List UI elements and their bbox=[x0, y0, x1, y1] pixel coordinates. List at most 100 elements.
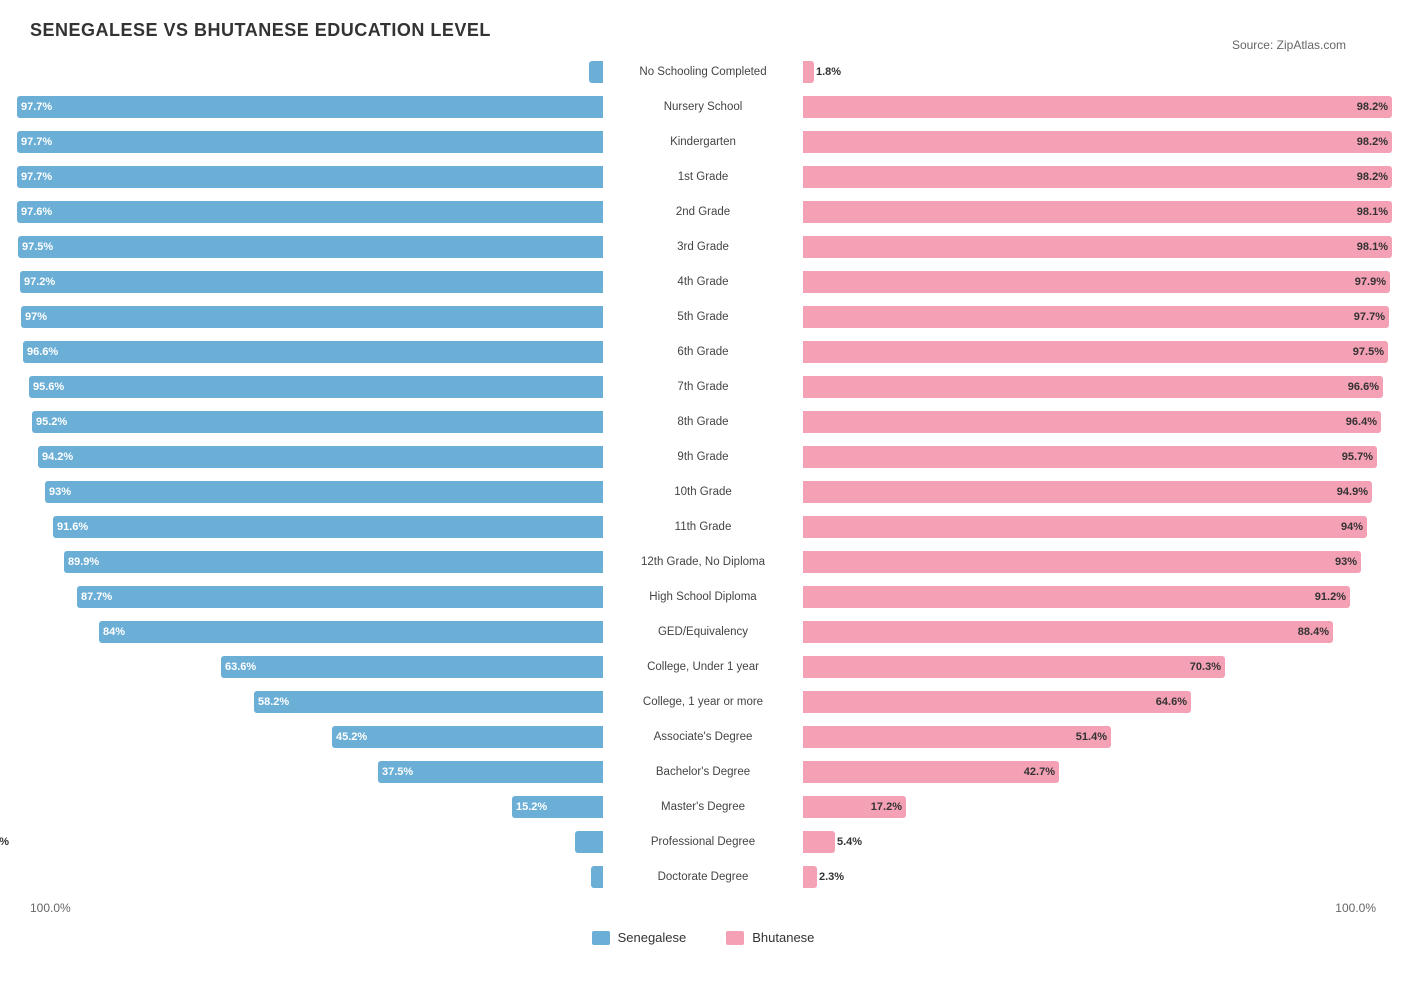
val-left-inside-12: 93% bbox=[49, 486, 71, 498]
bars-container: 2.3% No Schooling Completed 1.8% 97.7% N… bbox=[30, 56, 1376, 893]
legend-senegalese: Senegalese bbox=[592, 930, 687, 945]
bar-left-12: 93% bbox=[45, 481, 603, 503]
axis-left-label: 100.0% bbox=[30, 901, 610, 915]
bar-right-14: 93% bbox=[803, 551, 1361, 573]
legend-senegalese-label: Senegalese bbox=[618, 930, 687, 945]
val-right-outside-22: 5.4% bbox=[837, 836, 862, 848]
label-center-6: 4th Grade bbox=[603, 276, 803, 288]
bar-left-14: 89.9% bbox=[64, 551, 603, 573]
val-left-inside-10: 95.2% bbox=[36, 416, 67, 428]
val-right-inside-12: 94.9% bbox=[1337, 486, 1368, 498]
right-section-6: 97.9% bbox=[803, 266, 1376, 298]
left-section-12: 93% bbox=[30, 476, 603, 508]
left-section-20: 37.5% bbox=[30, 756, 603, 788]
axis-right-label: 100.0% bbox=[796, 901, 1376, 915]
left-section-19: 45.2% bbox=[30, 721, 603, 753]
legend-bhutanese: Bhutanese bbox=[726, 930, 814, 945]
bar-left-23 bbox=[591, 866, 603, 888]
bar-right-7: 97.7% bbox=[803, 306, 1389, 328]
val-right-inside-11: 95.7% bbox=[1342, 451, 1373, 463]
left-section-2: 97.7% bbox=[30, 126, 603, 158]
val-right-inside-13: 94% bbox=[1341, 521, 1363, 533]
bar-left-10: 95.2% bbox=[32, 411, 603, 433]
val-right-inside-6: 97.9% bbox=[1355, 276, 1386, 288]
label-center-14: 12th Grade, No Diploma bbox=[603, 556, 803, 568]
val-left-inside-20: 37.5% bbox=[382, 766, 413, 778]
label-center-9: 7th Grade bbox=[603, 381, 803, 393]
left-section-3: 97.7% bbox=[30, 161, 603, 193]
label-center-11: 9th Grade bbox=[603, 451, 803, 463]
val-left-inside-14: 89.9% bbox=[68, 556, 99, 568]
val-right-inside-16: 88.4% bbox=[1298, 626, 1329, 638]
val-right-inside-2: 98.2% bbox=[1357, 136, 1388, 148]
right-section-10: 96.4% bbox=[803, 406, 1376, 438]
bar-row: 97.7% Kindergarten 98.2% bbox=[30, 126, 1376, 158]
bar-row: 89.9% 12th Grade, No Diploma 93% bbox=[30, 546, 1376, 578]
bar-row: 97.5% 3rd Grade 98.1% bbox=[30, 231, 1376, 263]
label-center-2: Kindergarten bbox=[603, 136, 803, 148]
right-section-1: 98.2% bbox=[803, 91, 1376, 123]
val-left-inside-8: 96.6% bbox=[27, 346, 58, 358]
axis-labels: 100.0% 100.0% bbox=[30, 901, 1376, 915]
bar-right-13: 94% bbox=[803, 516, 1367, 538]
left-section-16: 84% bbox=[30, 616, 603, 648]
label-center-16: GED/Equivalency bbox=[603, 626, 803, 638]
label-center-15: High School Diploma bbox=[603, 591, 803, 603]
bar-left-6: 97.2% bbox=[20, 271, 603, 293]
val-right-inside-3: 98.2% bbox=[1357, 171, 1388, 183]
bar-right-19: 51.4% bbox=[803, 726, 1111, 748]
right-section-12: 94.9% bbox=[803, 476, 1376, 508]
val-right-inside-7: 97.7% bbox=[1354, 311, 1385, 323]
bar-row: 87.7% High School Diploma 91.2% bbox=[30, 581, 1376, 613]
val-right-inside-14: 93% bbox=[1335, 556, 1357, 568]
left-section-8: 96.6% bbox=[30, 336, 603, 368]
label-center-13: 11th Grade bbox=[603, 521, 803, 533]
bar-right-4: 98.1% bbox=[803, 201, 1392, 223]
val-right-inside-5: 98.1% bbox=[1357, 241, 1388, 253]
right-section-3: 98.2% bbox=[803, 161, 1376, 193]
val-right-inside-19: 51.4% bbox=[1076, 731, 1107, 743]
bar-row: 97.7% Nursery School 98.2% bbox=[30, 91, 1376, 123]
bar-left-17: 63.6% bbox=[221, 656, 603, 678]
label-center-12: 10th Grade bbox=[603, 486, 803, 498]
bar-row: 97.2% 4th Grade 97.9% bbox=[30, 266, 1376, 298]
bar-row: 94.2% 9th Grade 95.7% bbox=[30, 441, 1376, 473]
bar-left-11: 94.2% bbox=[38, 446, 603, 468]
bar-right-9: 96.6% bbox=[803, 376, 1383, 398]
right-section-15: 91.2% bbox=[803, 581, 1376, 613]
bar-row: 95.6% 7th Grade 96.6% bbox=[30, 371, 1376, 403]
left-section-21: 15.2% bbox=[30, 791, 603, 823]
bar-right-0 bbox=[803, 61, 814, 83]
bar-row: 97% 5th Grade 97.7% bbox=[30, 301, 1376, 333]
chart-area: 2.3% No Schooling Completed 1.8% 97.7% N… bbox=[30, 56, 1376, 945]
right-section-13: 94% bbox=[803, 511, 1376, 543]
bar-left-4: 97.6% bbox=[17, 201, 603, 223]
right-section-14: 93% bbox=[803, 546, 1376, 578]
left-section-22: 4.6% bbox=[30, 826, 603, 858]
bar-right-21: 17.2% bbox=[803, 796, 906, 818]
val-left-inside-19: 45.2% bbox=[336, 731, 367, 743]
bar-row: 2.3% No Schooling Completed 1.8% bbox=[30, 56, 1376, 88]
right-section-8: 97.5% bbox=[803, 336, 1376, 368]
right-section-16: 88.4% bbox=[803, 616, 1376, 648]
bar-row: 97.7% 1st Grade 98.2% bbox=[30, 161, 1376, 193]
left-section-10: 95.2% bbox=[30, 406, 603, 438]
val-left-inside-16: 84% bbox=[103, 626, 125, 638]
bar-left-9: 95.6% bbox=[29, 376, 603, 398]
right-section-17: 70.3% bbox=[803, 651, 1376, 683]
bar-right-12: 94.9% bbox=[803, 481, 1372, 503]
bar-right-22 bbox=[803, 831, 835, 853]
label-center-18: College, 1 year or more bbox=[603, 696, 803, 708]
right-section-18: 64.6% bbox=[803, 686, 1376, 718]
bar-right-23 bbox=[803, 866, 817, 888]
left-section-1: 97.7% bbox=[30, 91, 603, 123]
label-center-23: Doctorate Degree bbox=[603, 871, 803, 883]
bar-row: 95.2% 8th Grade 96.4% bbox=[30, 406, 1376, 438]
bar-right-6: 97.9% bbox=[803, 271, 1390, 293]
bar-left-2: 97.7% bbox=[17, 131, 603, 153]
bar-row: 37.5% Bachelor's Degree 42.7% bbox=[30, 756, 1376, 788]
bar-row: 84% GED/Equivalency 88.4% bbox=[30, 616, 1376, 648]
left-section-0: 2.3% bbox=[30, 56, 603, 88]
label-center-7: 5th Grade bbox=[603, 311, 803, 323]
right-section-2: 98.2% bbox=[803, 126, 1376, 158]
